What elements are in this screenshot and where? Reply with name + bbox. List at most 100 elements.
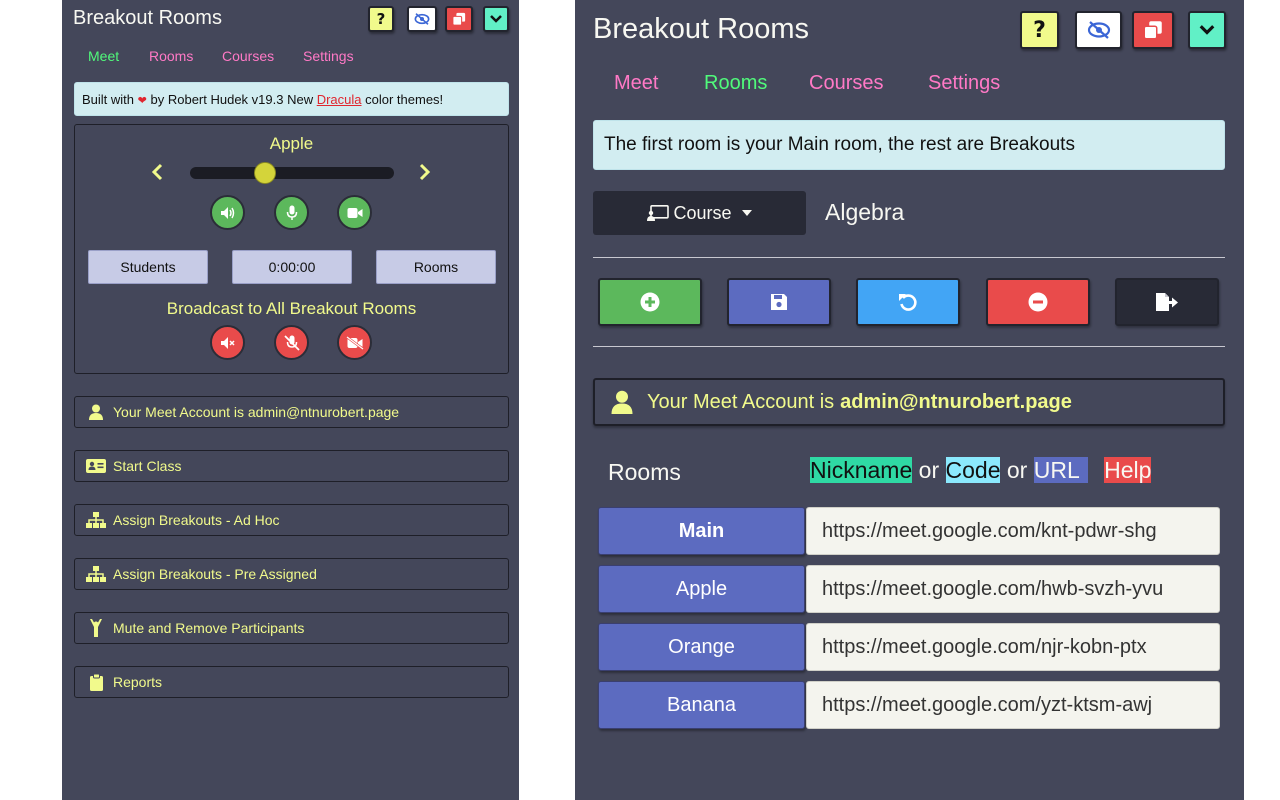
- info-banner: The first room is your Main room, the re…: [593, 120, 1225, 170]
- or-label: or: [1006, 457, 1028, 483]
- mute-all-button[interactable]: [210, 325, 245, 360]
- volume-icon: [220, 206, 234, 219]
- room-slider[interactable]: [190, 162, 394, 184]
- menu-item-label: Mute and Remove Participants: [113, 620, 305, 636]
- timer-button[interactable]: 0:00:00: [232, 250, 352, 284]
- students-button[interactable]: Students: [88, 250, 208, 284]
- mic-off-all-button[interactable]: [274, 325, 309, 360]
- save-button[interactable]: [727, 278, 831, 326]
- tab-courses[interactable]: Courses: [809, 72, 883, 95]
- menu-item-assign-adhoc[interactable]: Assign Breakouts - Ad Hoc: [74, 504, 509, 536]
- dracula-link[interactable]: Dracula: [317, 92, 362, 107]
- help-button[interactable]: ?: [1020, 11, 1059, 49]
- broadcast-label: Broadcast to All Breakout Rooms: [166, 299, 417, 318]
- account-email: admin@ntnurobert.page: [840, 390, 1072, 413]
- id-card-icon: [85, 459, 107, 473]
- room-url-field[interactable]: https://meet.google.com/knt-pdwr-shg: [806, 507, 1220, 555]
- info-banner: Built with ❤ by Robert Hudek v19.3 New D…: [74, 82, 509, 116]
- room-url-field[interactable]: https://meet.google.com/yzt-ktsm-awj: [806, 681, 1220, 729]
- tab-meet[interactable]: Meet: [88, 48, 119, 64]
- heart-icon: ❤: [137, 95, 147, 107]
- column-legend: Nickname or Code or URL Help: [810, 457, 1152, 487]
- room-button-main[interactable]: Main: [598, 507, 805, 555]
- app-title: Breakout Rooms: [73, 7, 222, 29]
- room-button-banana[interactable]: Banana: [598, 681, 805, 729]
- tab-rooms[interactable]: Rooms: [149, 48, 193, 64]
- camera-button[interactable]: [337, 195, 372, 230]
- copy-button[interactable]: [1132, 11, 1174, 49]
- chevron-left-icon: [151, 163, 163, 181]
- user-icon: [85, 404, 107, 420]
- question-icon: ?: [376, 10, 386, 28]
- nav-tabs: Meet Rooms Courses Settings: [575, 72, 1244, 98]
- caret-down-icon: [741, 210, 752, 216]
- menu-item-mute-remove[interactable]: Mute and Remove Participants: [74, 612, 509, 644]
- hide-button[interactable]: [407, 6, 437, 32]
- undo-icon: [899, 294, 917, 311]
- video-camera-icon: [347, 207, 362, 218]
- plus-circle-icon: [640, 292, 660, 312]
- nickname-legend: Nickname: [810, 457, 913, 483]
- volume-mute-icon: [220, 336, 235, 349]
- collapse-button[interactable]: [1188, 11, 1226, 49]
- menu-item-account[interactable]: Your Meet Account is admin@ntnurobert.pa…: [74, 396, 509, 428]
- copy-button[interactable]: [445, 6, 473, 32]
- sitemap-icon: [85, 512, 107, 528]
- or-label: or: [918, 457, 940, 483]
- course-name: Algebra: [825, 199, 905, 225]
- next-room-button[interactable]: [419, 163, 431, 185]
- hide-button[interactable]: [1075, 11, 1122, 49]
- left-popup-panel: Breakout Rooms ? Meet Rooms Courses Sett…: [62, 0, 519, 800]
- rooms-button[interactable]: Rooms: [376, 250, 496, 284]
- export-button[interactable]: [1115, 278, 1219, 326]
- microphone-icon: [286, 205, 297, 220]
- video-slash-icon: [345, 335, 364, 350]
- menu-item-label: Your Meet Account is admin@ntnurobert.pa…: [113, 404, 400, 420]
- banner-text: color themes!: [365, 92, 444, 107]
- tab-settings[interactable]: Settings: [928, 72, 1000, 95]
- room-url-field[interactable]: https://meet.google.com/njr-kobn-ptx: [806, 623, 1220, 671]
- account-prefix: Your Meet Account is: [647, 390, 835, 413]
- menu-item-reports[interactable]: Reports: [74, 666, 509, 698]
- banner-text: by Robert Hudek v19.3 New: [150, 92, 314, 107]
- help-link[interactable]: Help: [1104, 457, 1152, 483]
- volume-button[interactable]: [210, 195, 245, 230]
- menu-item-assign-preassigned[interactable]: Assign Breakouts - Pre Assigned: [74, 558, 509, 590]
- room-button-orange[interactable]: Orange: [598, 623, 805, 671]
- camera-off-all-button[interactable]: [337, 325, 372, 360]
- tab-courses[interactable]: Courses: [222, 48, 274, 64]
- course-dropdown-button[interactable]: Course: [593, 191, 806, 235]
- banner-text: Built with: [82, 92, 135, 107]
- file-export-icon: [1156, 293, 1178, 311]
- menu-item-start-class[interactable]: Start Class: [74, 450, 509, 482]
- tab-settings[interactable]: Settings: [303, 48, 354, 64]
- undo-button[interactable]: [856, 278, 960, 326]
- room-button-apple[interactable]: Apple: [598, 565, 805, 613]
- menu-item-label: Reports: [113, 674, 163, 690]
- prev-room-button[interactable]: [151, 163, 163, 185]
- add-room-button[interactable]: [598, 278, 702, 326]
- divider: [593, 346, 1225, 347]
- remove-room-button[interactable]: [986, 278, 1090, 326]
- chevron-down-icon: [490, 15, 502, 23]
- right-popup-panel: Breakout Rooms ? Meet Rooms Courses Sett…: [575, 0, 1244, 800]
- room-control-box: Apple Students 0:00:00 Rooms Broadcast t…: [74, 124, 509, 374]
- collapse-button[interactable]: [483, 6, 509, 32]
- chevron-down-icon: [1199, 25, 1215, 35]
- eye-slash-icon: [1087, 21, 1110, 39]
- chevron-right-icon: [419, 163, 431, 181]
- room-url-field[interactable]: https://meet.google.com/hwb-svzh-yvu: [806, 565, 1220, 613]
- person-raise-icon: [85, 619, 107, 637]
- rooms-header: Rooms: [608, 459, 681, 485]
- help-button[interactable]: ?: [368, 6, 394, 32]
- minus-circle-icon: [1028, 292, 1048, 312]
- sitemap-icon: [85, 566, 107, 582]
- tab-rooms[interactable]: Rooms: [704, 72, 767, 95]
- microphone-button[interactable]: [274, 195, 309, 230]
- url-legend: URL: [1033, 457, 1088, 483]
- tab-meet[interactable]: Meet: [614, 72, 658, 95]
- microphone-slash-icon: [283, 334, 300, 351]
- copy-icon: [1143, 21, 1162, 40]
- slider-knob[interactable]: [254, 162, 276, 184]
- meet-account-box[interactable]: Your Meet Account is admin@ntnurobert.pa…: [593, 378, 1225, 426]
